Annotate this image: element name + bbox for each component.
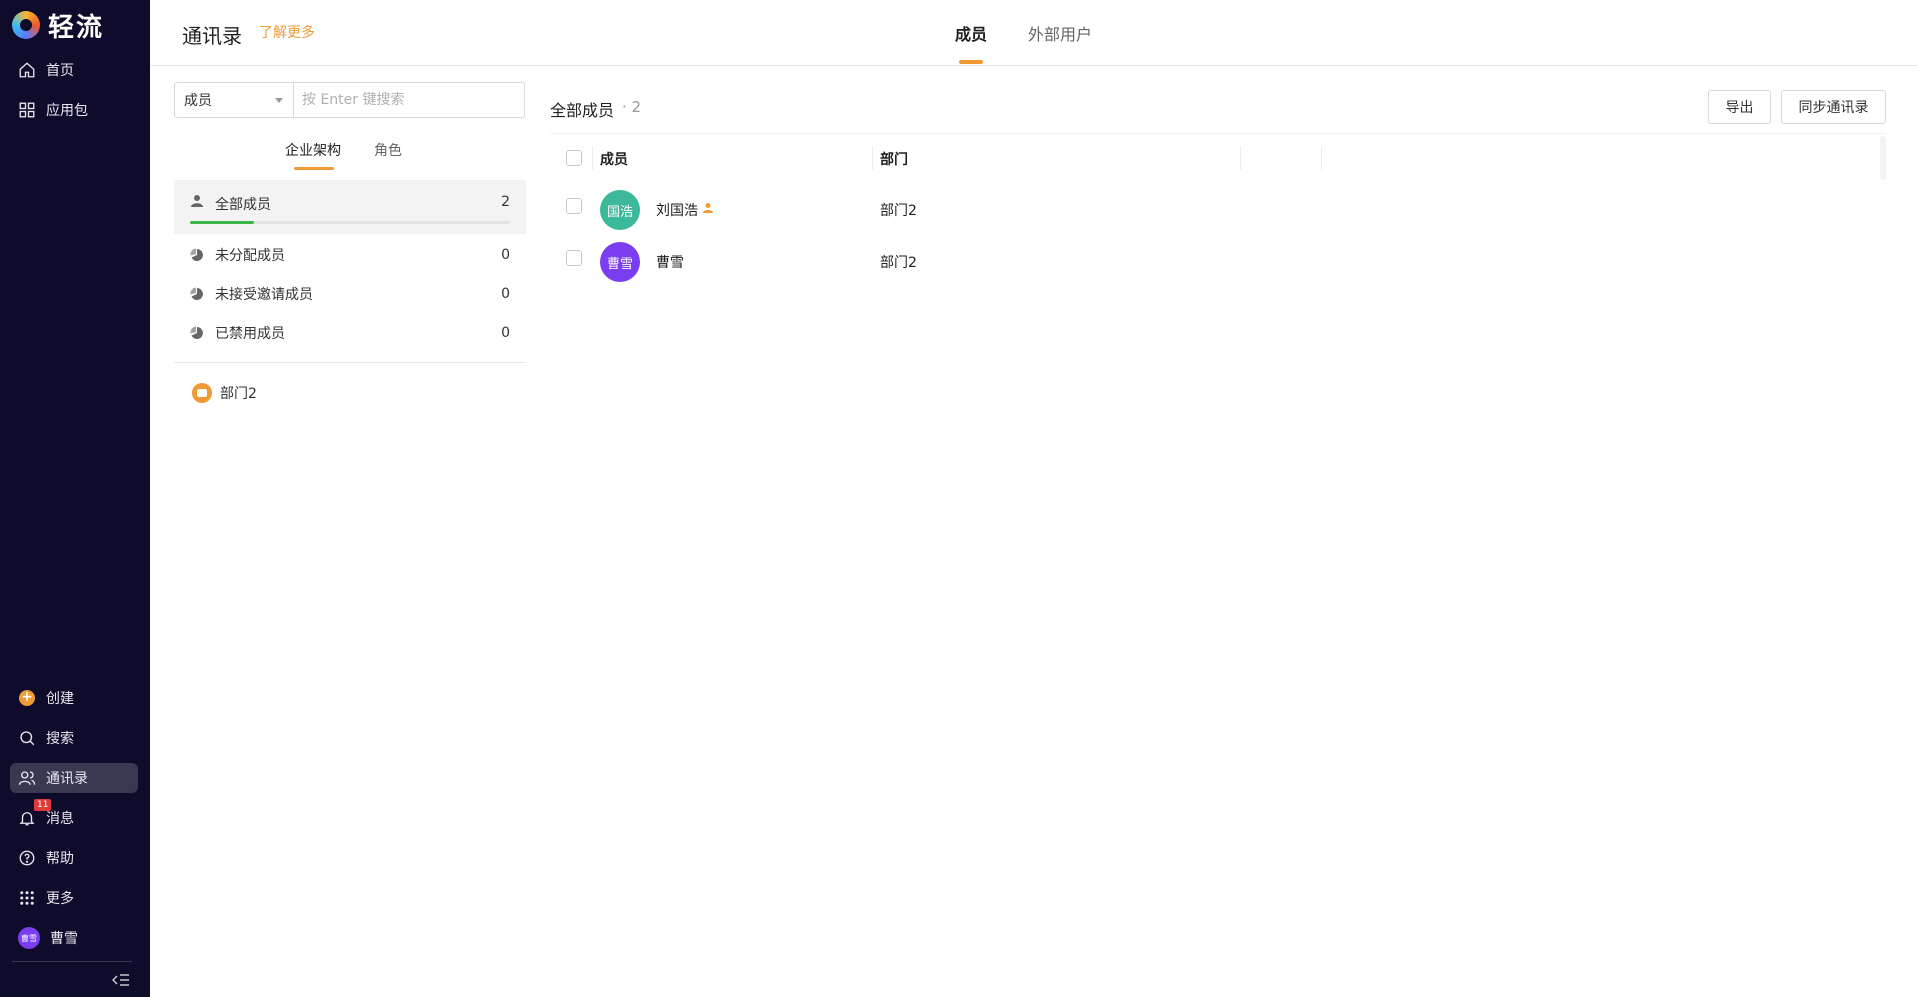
member-quota-progress bbox=[190, 221, 510, 224]
group-count: 2 bbox=[501, 194, 510, 210]
sidebar-item-label: 帮助 bbox=[46, 851, 74, 867]
sidebar-item-label: 通讯录 bbox=[46, 771, 88, 787]
sidebar-item-more[interactable]: 更多 bbox=[10, 883, 138, 913]
progress-fill bbox=[190, 221, 254, 224]
table-row[interactable]: 国浩 刘国浩 部门2 bbox=[550, 180, 1886, 232]
sidebar-divider bbox=[12, 961, 132, 962]
more-icon bbox=[18, 889, 36, 907]
avatar: 国浩 bbox=[600, 190, 640, 230]
contacts-icon bbox=[18, 769, 36, 787]
department-item[interactable]: 部门2 bbox=[174, 378, 526, 408]
column-separator bbox=[1321, 146, 1322, 170]
member-department: 部门2 bbox=[880, 255, 917, 271]
group-label: 未分配成员 bbox=[215, 248, 285, 264]
sidebar-user[interactable]: 曹雪 曹雪 bbox=[10, 923, 138, 953]
active-tab-indicator bbox=[959, 60, 983, 64]
group-label: 已禁用成员 bbox=[215, 326, 285, 342]
department-icon bbox=[192, 383, 212, 403]
sync-contacts-button[interactable]: 同步通讯录 bbox=[1781, 90, 1886, 124]
member-filter-select[interactable]: 成员 bbox=[174, 82, 294, 118]
group-all-members[interactable]: 全部成员 2 bbox=[174, 180, 526, 234]
grid-icon bbox=[18, 101, 36, 119]
list-count: · 2 bbox=[622, 98, 642, 116]
column-header-department: 部门 bbox=[880, 152, 908, 168]
group-count: 0 bbox=[501, 286, 510, 302]
select-all-checkbox[interactable] bbox=[566, 150, 582, 166]
export-button[interactable]: 导出 bbox=[1708, 90, 1771, 124]
group-count: 0 bbox=[501, 325, 510, 341]
group-unassigned-members[interactable]: 未分配成员 0 bbox=[174, 236, 526, 274]
column-separator bbox=[592, 146, 593, 170]
sidebar-item-app-package[interactable]: 应用包 bbox=[10, 95, 138, 125]
column-separator bbox=[1240, 146, 1241, 170]
list-title: 全部成员 bbox=[550, 101, 615, 120]
column-separator bbox=[872, 146, 873, 170]
filter-select-value: 成员 bbox=[184, 93, 212, 109]
pie-chart-icon bbox=[190, 326, 203, 339]
sidebar-item-contacts[interactable]: 通讯录 bbox=[10, 763, 138, 793]
sidebar: 轻流 首页 应用包 + 创建 搜索 通讯录 11 消息 帮助 更多 曹雪 曹雪 bbox=[0, 0, 150, 997]
scrollbar[interactable] bbox=[1880, 136, 1886, 180]
logo-text: 轻流 bbox=[48, 12, 105, 43]
search-input[interactable] bbox=[293, 82, 525, 118]
page-header: 通讯录 了解更多 成员 外部用户 bbox=[150, 0, 1917, 66]
group-label: 全部成员 bbox=[215, 197, 271, 213]
admin-user-icon bbox=[703, 203, 713, 213]
collapse-sidebar-icon[interactable] bbox=[112, 972, 130, 988]
sidebar-item-help[interactable]: 帮助 bbox=[10, 843, 138, 873]
logo-mark-icon bbox=[12, 11, 40, 39]
table-header: 成员 部门 bbox=[550, 143, 1886, 173]
member-name[interactable]: 刘国浩 bbox=[656, 200, 698, 220]
avatar: 曹雪 bbox=[600, 242, 640, 282]
learn-more-link[interactable]: 了解更多 bbox=[259, 22, 315, 42]
sidebar-item-home[interactable]: 首页 bbox=[10, 55, 138, 85]
sidebar-item-label: 搜索 bbox=[46, 731, 74, 747]
help-icon bbox=[18, 849, 36, 867]
column-header-member: 成员 bbox=[600, 152, 628, 168]
group-count: 0 bbox=[501, 247, 510, 263]
home-icon bbox=[18, 61, 36, 79]
plus-circle-icon: + bbox=[19, 690, 35, 706]
tab-roles[interactable]: 角色 bbox=[374, 140, 402, 160]
department-label: 部门2 bbox=[220, 386, 257, 402]
tab-members[interactable]: 成员 bbox=[955, 21, 987, 45]
user-icon bbox=[191, 195, 203, 207]
sidebar-item-label: 首页 bbox=[46, 63, 74, 79]
page-title: 通讯录 bbox=[182, 24, 242, 48]
sidebar-item-create[interactable]: + 创建 bbox=[10, 683, 138, 713]
group-disabled-members[interactable]: 已禁用成员 0 bbox=[174, 314, 526, 352]
active-subtab-indicator bbox=[294, 167, 334, 170]
sidebar-item-label: 应用包 bbox=[46, 103, 88, 119]
sidebar-item-label: 消息 bbox=[46, 811, 74, 827]
sidebar-item-label: 更多 bbox=[46, 891, 74, 907]
tab-external-users[interactable]: 外部用户 bbox=[1028, 21, 1092, 45]
sidebar-item-label: 创建 bbox=[46, 691, 74, 707]
tab-org-structure[interactable]: 企业架构 bbox=[285, 140, 341, 160]
panel-divider bbox=[174, 362, 526, 363]
table-divider bbox=[550, 133, 1886, 134]
avatar: 曹雪 bbox=[18, 927, 40, 949]
message-count-badge: 11 bbox=[34, 799, 52, 811]
sidebar-item-messages[interactable]: 11 消息 bbox=[10, 799, 138, 833]
row-checkbox[interactable] bbox=[566, 250, 582, 266]
sidebar-item-search[interactable]: 搜索 bbox=[10, 723, 138, 753]
pie-chart-icon bbox=[190, 248, 203, 261]
group-pending-invite-members[interactable]: 未接受邀请成员 0 bbox=[174, 275, 526, 313]
group-label: 未接受邀请成员 bbox=[215, 287, 313, 303]
row-checkbox[interactable] bbox=[566, 198, 582, 214]
bell-icon bbox=[18, 809, 36, 827]
app-logo[interactable]: 轻流 bbox=[12, 8, 105, 43]
member-name[interactable]: 曹雪 bbox=[656, 252, 684, 272]
table-row[interactable]: 曹雪 曹雪 部门2 bbox=[550, 232, 1886, 284]
user-name: 曹雪 bbox=[50, 931, 78, 947]
member-department: 部门2 bbox=[880, 203, 917, 219]
pie-chart-icon bbox=[190, 287, 203, 300]
chevron-down-icon bbox=[275, 98, 283, 103]
search-icon bbox=[18, 729, 36, 747]
